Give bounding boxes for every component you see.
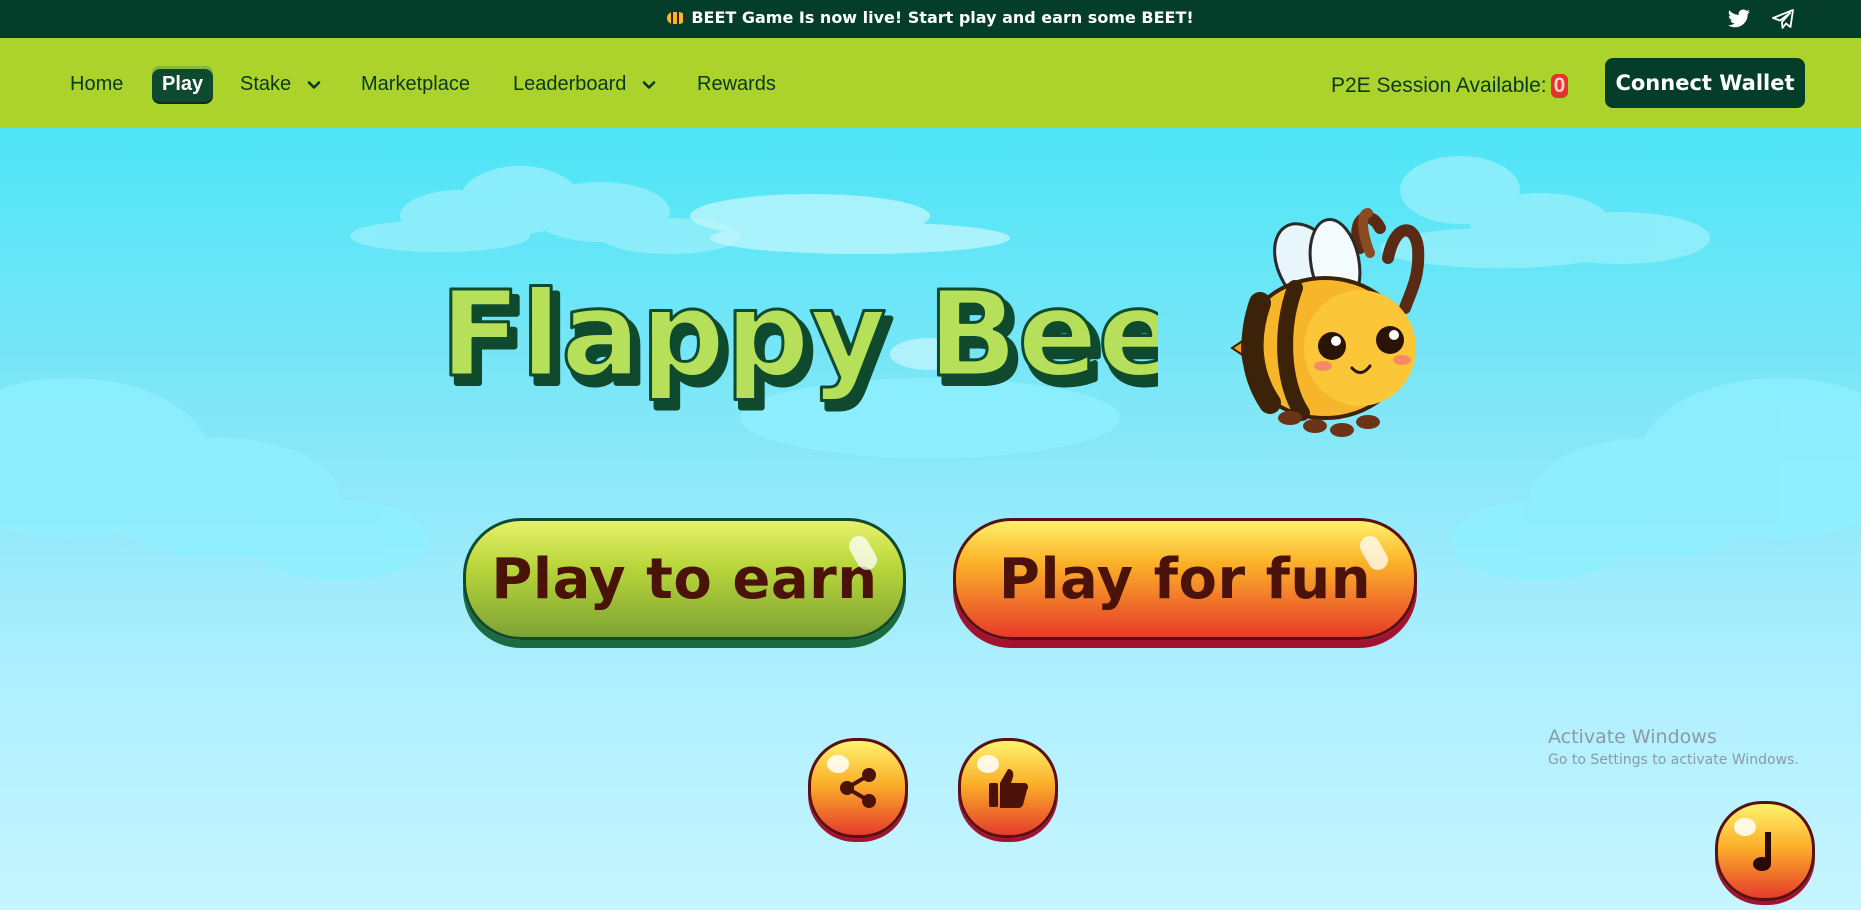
music-note-icon: [1753, 832, 1771, 871]
play-to-earn-button[interactable]: Play to earn: [463, 518, 906, 640]
nav-leaderboard[interactable]: Leaderboard: [513, 66, 656, 102]
p2e-count-badge: 0: [1550, 74, 1569, 98]
nav-home[interactable]: Home: [70, 66, 123, 102]
announcement-text: BEET Game Is now live! Start play and ea…: [691, 8, 1194, 27]
nav-play[interactable]: Play: [152, 66, 214, 102]
nav-stake[interactable]: Stake: [240, 66, 321, 102]
activate-windows-title: Activate Windows: [1548, 726, 1717, 748]
nav-rewards[interactable]: Rewards: [697, 66, 776, 102]
music-toggle-button[interactable]: [1715, 801, 1815, 901]
play-to-earn-label: Play to earn: [491, 546, 878, 612]
clouds-background: [0, 156, 1861, 580]
chevron-down-icon: [307, 81, 321, 89]
game-area: Flappy Bee Flappy Bee Play to earn Play …: [0, 128, 1861, 910]
nav-marketplace[interactable]: Marketplace: [361, 66, 470, 102]
activate-windows-subtitle: Go to Settings to activate Windows.: [1548, 752, 1799, 768]
connect-wallet-button[interactable]: Connect Wallet: [1605, 58, 1805, 108]
bee-mascot-icon: [1230, 208, 1425, 437]
announcement-bar: BEET Game Is now live! Start play and ea…: [0, 0, 1861, 38]
share-icon: [840, 768, 876, 808]
nav-leaderboard-label: Leaderboard: [513, 73, 627, 95]
like-button[interactable]: [958, 738, 1058, 838]
game-title: Flappy Bee Flappy Bee: [439, 264, 1159, 414]
game-title-text: Flappy Bee: [440, 265, 1158, 403]
play-for-fun-button[interactable]: Play for fun: [953, 518, 1417, 640]
p2e-session-status: P2E Session Available: 0: [1331, 68, 1569, 104]
share-button[interactable]: [808, 738, 908, 838]
announcement-text-container: BEET Game Is now live! Start play and ea…: [0, 8, 1861, 27]
main-navbar: Home Play Stake Marketplace Leaderboard …: [0, 38, 1861, 128]
thumbs-up-icon: [989, 769, 1028, 808]
nav-stake-label: Stake: [240, 73, 292, 95]
p2e-label: P2E Session Available:: [1331, 74, 1547, 97]
activate-windows-watermark: Activate Windows Go to Settings to activ…: [1548, 726, 1799, 768]
bee-icon: [667, 12, 686, 24]
telegram-icon[interactable]: [1770, 7, 1796, 31]
play-for-fun-label: Play for fun: [998, 546, 1372, 612]
chevron-down-icon: [642, 81, 656, 89]
twitter-icon[interactable]: [1726, 7, 1752, 31]
